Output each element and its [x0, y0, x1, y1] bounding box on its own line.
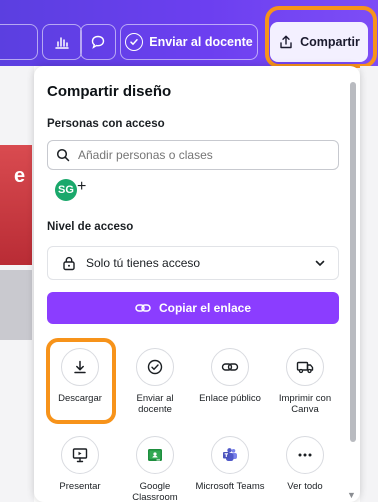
google-classroom-icon	[136, 436, 174, 474]
add-person-button[interactable]: +	[77, 178, 86, 196]
people-label: Personas con acceso	[47, 118, 165, 130]
option-label: Presentar	[59, 481, 101, 492]
panel-title: Compartir diseño	[47, 83, 172, 100]
share-label: Compartir	[300, 35, 360, 49]
access-level-select[interactable]: Solo tú tienes acceso	[47, 246, 339, 280]
toolbar-left-button[interactable]	[0, 24, 38, 60]
search-icon	[56, 148, 70, 162]
option-see-all[interactable]: Ver todo	[270, 436, 340, 492]
avatar[interactable]: SG	[55, 179, 77, 201]
microsoft-teams-icon	[211, 436, 249, 474]
option-label: Google Classroom	[132, 481, 178, 502]
chevron-down-icon	[315, 260, 325, 267]
lock-icon	[63, 256, 75, 270]
option-label: Imprimir con Canva	[278, 393, 332, 415]
option-label: Microsoft Teams	[195, 481, 265, 492]
access-level-value: Solo tú tienes acceso	[86, 256, 201, 270]
canvas-image-2	[0, 270, 32, 340]
option-microsoft-teams[interactable]: Microsoft Teams	[195, 436, 265, 492]
scroll-down-arrow[interactable]: ▼	[347, 490, 356, 500]
option-print-canva[interactable]: Imprimir con Canva	[270, 348, 340, 415]
option-send-teacher[interactable]: Enviar al docente	[120, 348, 190, 415]
check-circle-icon	[125, 33, 144, 51]
option-label: Enlace público	[199, 393, 261, 404]
option-label: Ver todo	[287, 481, 323, 492]
check-circle-icon	[136, 348, 174, 386]
comment-button[interactable]	[80, 24, 116, 60]
option-google-classroom[interactable]: Google Classroom	[120, 436, 190, 502]
send-to-teacher-button[interactable]: Enviar al docente	[120, 24, 258, 60]
access-level-label: Nivel de acceso	[47, 221, 134, 233]
canvas-image: e	[0, 145, 32, 265]
more-icon	[286, 436, 324, 474]
canvas-background-right	[360, 66, 378, 502]
share-upload-icon	[280, 35, 292, 49]
option-public-link[interactable]: Enlace público	[195, 348, 265, 404]
truck-icon	[286, 348, 324, 386]
share-panel: Compartir diseño Personas con acceso SG …	[34, 66, 360, 502]
option-download[interactable]: Descargar	[45, 348, 115, 404]
copy-link-button[interactable]: Copiar el enlace	[47, 292, 339, 324]
comment-icon	[91, 35, 105, 49]
scrollbar-thumb[interactable]	[350, 82, 356, 442]
option-label: Enviar al docente	[136, 393, 174, 415]
insights-button[interactable]	[42, 24, 82, 60]
send-to-teacher-label: Enviar al docente	[149, 35, 253, 49]
option-label: Descargar	[58, 393, 102, 404]
present-icon	[61, 436, 99, 474]
copy-link-label: Copiar el enlace	[158, 301, 252, 315]
download-icon	[61, 348, 99, 386]
link-icon	[135, 304, 151, 312]
search-input[interactable]	[78, 148, 318, 162]
canvas-partial-text: e	[14, 165, 26, 187]
search-field[interactable]	[47, 140, 339, 170]
share-button[interactable]: Compartir	[270, 22, 368, 62]
option-present[interactable]: Presentar	[45, 436, 115, 492]
bar-chart-icon	[55, 37, 69, 49]
top-toolbar: Enviar al docente Compartir	[0, 0, 378, 66]
link-icon	[211, 348, 249, 386]
